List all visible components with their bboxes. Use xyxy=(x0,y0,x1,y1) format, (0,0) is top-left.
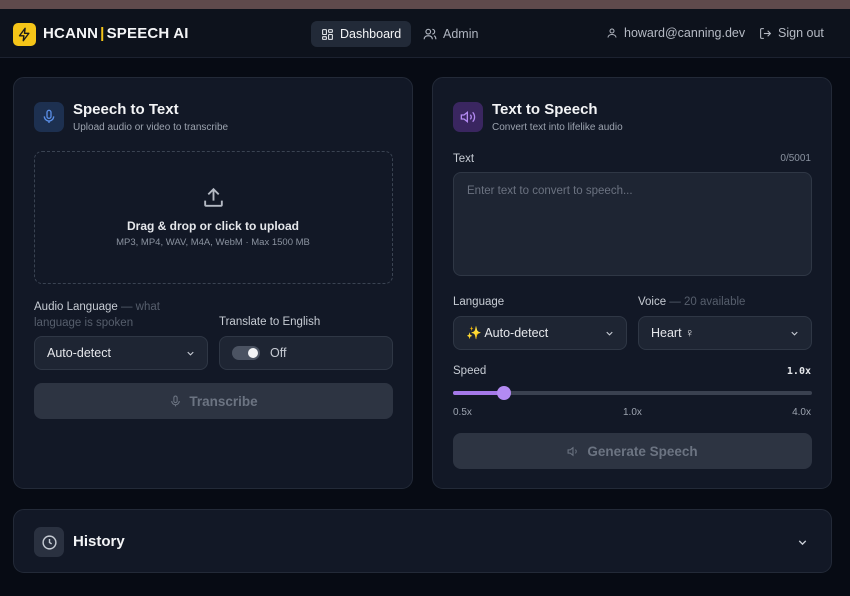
audio-language-hint-1: — what xyxy=(120,301,160,313)
translate-toggle[interactable] xyxy=(232,346,260,360)
logo[interactable] xyxy=(13,23,36,46)
history-title: History xyxy=(73,533,125,550)
speech-to-text-card: Speech to Text Upload audio or video to … xyxy=(13,77,413,489)
tts-title: Text to Speech xyxy=(492,101,598,118)
chevron-down-icon[interactable] xyxy=(796,536,809,549)
audio-language-hint-2: language is spoken xyxy=(34,317,134,329)
speed-mid-label: 1.0x xyxy=(623,407,642,418)
user-icon xyxy=(607,28,617,38)
translate-value: Off xyxy=(270,346,287,360)
voice-label-text: Voice xyxy=(638,296,667,308)
nav-dashboard-label: Dashboard xyxy=(340,27,402,41)
generate-speech-button[interactable]: Generate Speech xyxy=(453,433,812,469)
brand-left: HCANN xyxy=(43,25,99,42)
user-account[interactable]: howard@canning.dev xyxy=(606,26,745,40)
window-top-strip xyxy=(0,0,850,9)
audio-language-label: Audio Language — what language is spoken xyxy=(34,299,209,331)
history-panel[interactable]: History xyxy=(13,509,832,573)
brand-right: SPEECH AI xyxy=(106,25,189,42)
transcribe-button[interactable]: Transcribe xyxy=(34,383,393,419)
text-counter: 0/5001 xyxy=(780,153,811,164)
tts-subtitle: Convert text into lifelike audio xyxy=(492,122,623,133)
translate-toggle-field[interactable]: Off xyxy=(219,336,393,370)
brand-name: HCANN | SPEECH AI xyxy=(43,25,189,42)
speed-label: Speed xyxy=(453,365,487,377)
speed-value: 1.0x xyxy=(786,366,811,377)
history-icon-box xyxy=(34,527,64,557)
stt-icon-box xyxy=(34,102,64,132)
upload-dropzone[interactable]: Drag & drop or click to upload MP3, MP4,… xyxy=(34,151,393,284)
nav-admin-label: Admin xyxy=(443,27,479,41)
upload-icon xyxy=(204,187,223,207)
dropzone-title: Drag & drop or click to upload xyxy=(126,219,299,233)
audio-language-text: Audio Language xyxy=(34,301,118,313)
text-placeholder: Enter text to convert to speech... xyxy=(467,185,633,197)
transcribe-label: Transcribe xyxy=(189,393,258,409)
chevron-down-icon xyxy=(606,331,613,336)
speed-slider[interactable] xyxy=(453,386,812,400)
tts-text-input[interactable]: Enter text to convert to speech... xyxy=(453,172,812,276)
generate-speech-label: Generate Speech xyxy=(587,443,698,459)
top-navbar: HCANN | SPEECH AI Dashboard Admin howard@c… xyxy=(0,9,850,58)
tts-language-select[interactable]: ✨ Auto-detect xyxy=(453,316,627,350)
speaker-icon xyxy=(567,446,578,456)
clock-icon xyxy=(41,534,57,550)
microphone-icon xyxy=(43,109,55,123)
voice-hint: — 20 available xyxy=(669,296,746,308)
speaker-icon xyxy=(460,110,476,124)
lightning-icon xyxy=(18,27,30,42)
voice-value: Heart ♀ xyxy=(651,326,695,340)
voice-select[interactable]: Heart ♀ xyxy=(638,316,812,350)
sign-out-icon xyxy=(760,27,772,39)
voice-label: Voice — 20 available xyxy=(638,296,745,308)
sign-out-button[interactable]: Sign out xyxy=(759,26,824,40)
stt-title: Speech to Text xyxy=(73,101,179,118)
text-to-speech-card: Text to Speech Convert text into lifelik… xyxy=(432,77,832,489)
chevron-down-icon xyxy=(187,351,194,356)
brand-separator: | xyxy=(100,25,105,42)
sign-out-label: Sign out xyxy=(778,26,824,40)
nav-admin[interactable]: Admin xyxy=(413,21,488,47)
dashboard-grid-icon xyxy=(322,28,333,40)
stt-subtitle: Upload audio or video to transcribe xyxy=(73,122,229,133)
text-label: Text xyxy=(453,153,475,165)
chevron-down-icon xyxy=(791,331,798,336)
tts-language-value: ✨ Auto-detect xyxy=(466,325,549,340)
translate-label: Translate to English xyxy=(219,316,321,328)
nav-dashboard[interactable]: Dashboard xyxy=(311,21,412,47)
speed-max-label: 4.0x xyxy=(792,407,811,418)
speed-slider-thumb[interactable] xyxy=(497,386,512,400)
microphone-icon xyxy=(171,395,181,406)
dropzone-formats: MP3, MP4, WAV, M4A, WebM · Max 1500 MB xyxy=(116,237,310,248)
user-email: howard@canning.dev xyxy=(624,26,746,40)
audio-language-value: Auto-detect xyxy=(47,346,111,360)
speed-min-label: 0.5x xyxy=(453,407,472,418)
tts-icon-box xyxy=(453,102,483,132)
audio-language-select[interactable]: Auto-detect xyxy=(34,336,208,370)
tts-language-label: Language xyxy=(453,296,505,308)
users-icon xyxy=(423,28,437,40)
toggle-knob xyxy=(248,348,258,358)
